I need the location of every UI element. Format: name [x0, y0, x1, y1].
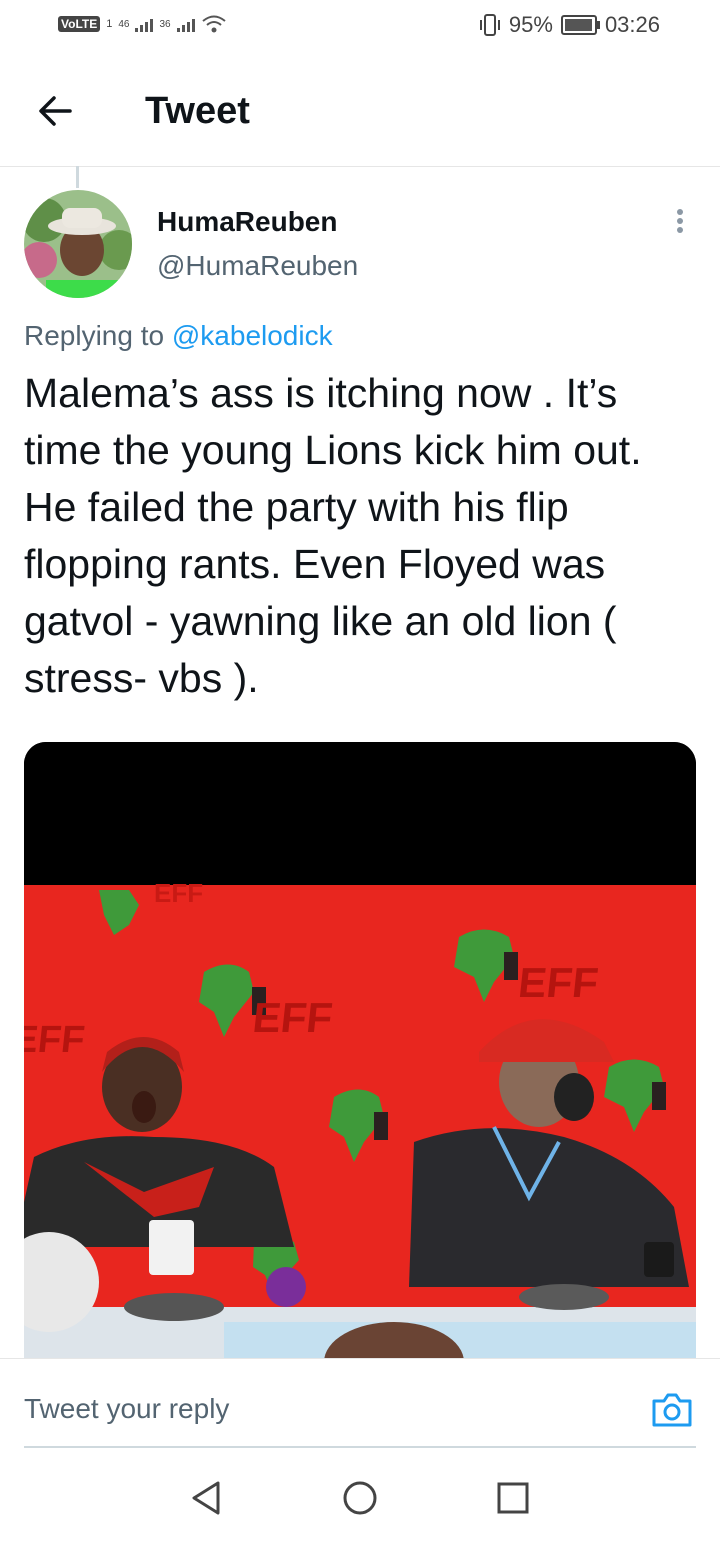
- tweet-media-image[interactable]: EFF EFF EFF EFF: [24, 742, 696, 1372]
- volte-badge: VoLTE: [58, 16, 101, 32]
- replying-prefix: Replying to: [24, 320, 165, 351]
- reply-bar: Tweet your reply: [0, 1358, 720, 1449]
- sim-slot: 1: [106, 18, 113, 30]
- camera-icon[interactable]: [650, 1389, 694, 1429]
- wifi-icon: [201, 15, 226, 33]
- media-eff-text: EFF: [154, 878, 203, 908]
- signal-icon: [176, 16, 195, 32]
- media-eff-text: EFF: [516, 959, 600, 1006]
- triangle-back-icon[interactable]: [186, 1478, 226, 1518]
- media-eff-text: EFF: [251, 994, 335, 1041]
- arrow-left-icon[interactable]: [30, 86, 80, 136]
- square-recents-icon[interactable]: [493, 1478, 533, 1518]
- signal-icon: [135, 16, 154, 32]
- status-right: 95% 03:26: [479, 12, 660, 38]
- replying-to: Replying to @kabelodick: [24, 320, 333, 352]
- page-title: Tweet: [145, 90, 250, 132]
- media-eff-text: EFF: [24, 1019, 87, 1061]
- network-type-2: 36: [159, 18, 171, 30]
- author-handle[interactable]: @HumaReuben: [157, 250, 358, 282]
- top-bar: Tweet: [0, 56, 720, 167]
- tweet-text: Malema’s ass is itching now . It’s time …: [24, 370, 642, 701]
- battery-fill: [564, 19, 592, 31]
- author-name[interactable]: HumaReuben: [157, 206, 337, 238]
- thread-line: [76, 166, 79, 188]
- status-left: VoLTE 1 46 36: [58, 14, 227, 34]
- vibrate-icon: [479, 14, 500, 36]
- reply-input[interactable]: Tweet your reply: [24, 1393, 229, 1425]
- status-bar: VoLTE 1 46 36 95% 03:26: [0, 0, 720, 56]
- avatar[interactable]: [24, 190, 132, 298]
- circle-home-icon[interactable]: [340, 1478, 380, 1518]
- clock: 03:26: [604, 12, 660, 37]
- system-nav-bar: [0, 1448, 720, 1541]
- more-vertical-icon[interactable]: [666, 206, 694, 238]
- battery-icon: [560, 15, 600, 35]
- replying-mention-link[interactable]: @kabelodick: [172, 320, 333, 351]
- network-type-1: 46: [118, 18, 130, 30]
- battery-percent: 95%: [508, 12, 553, 37]
